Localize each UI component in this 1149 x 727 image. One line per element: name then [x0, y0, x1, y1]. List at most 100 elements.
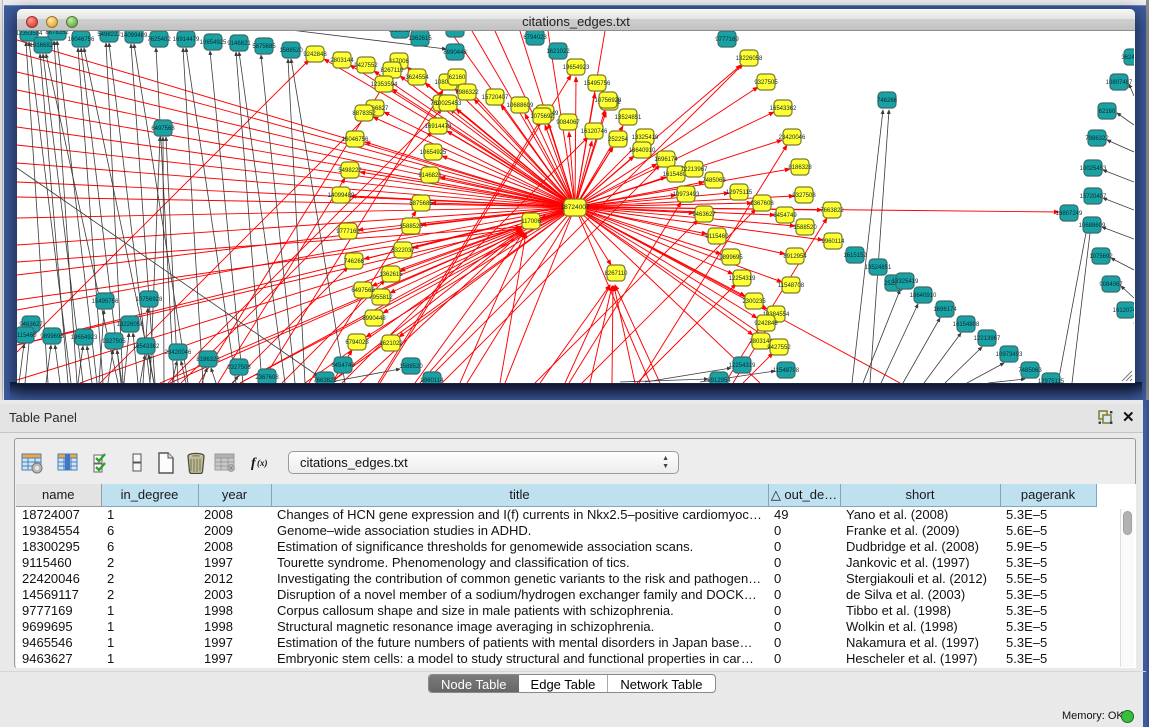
- svg-text:15720407: 15720407: [1080, 194, 1107, 200]
- svg-text:6497568: 6497568: [351, 288, 375, 294]
- svg-text:9777169: 9777169: [715, 37, 739, 43]
- svg-text:1075692: 1075692: [530, 114, 554, 120]
- svg-text:7663822: 7663822: [820, 208, 844, 214]
- svg-text:746266: 746266: [344, 259, 365, 265]
- svg-text:7955812: 7955812: [443, 31, 467, 33]
- svg-text:16543362: 16543362: [133, 344, 160, 350]
- svg-text:7986322: 7986322: [1085, 136, 1109, 142]
- svg-text:23420046: 23420046: [779, 135, 806, 141]
- svg-text:5498222: 5498222: [97, 32, 121, 38]
- svg-text:12254319: 12254319: [729, 363, 756, 369]
- svg-text:8990448: 8990448: [443, 50, 467, 56]
- svg-text:16914479: 16914479: [425, 124, 452, 130]
- svg-text:10807487: 10807487: [1106, 80, 1133, 86]
- svg-text:15495756: 15495756: [92, 299, 119, 305]
- svg-text:9115460: 9115460: [17, 333, 37, 339]
- svg-text:8454749: 8454749: [773, 213, 797, 219]
- svg-text:16914479: 16914479: [173, 37, 200, 43]
- svg-text:9960114: 9960114: [421, 378, 445, 383]
- svg-text:16120746: 16120746: [581, 129, 608, 135]
- svg-text:8267110: 8267110: [381, 68, 405, 74]
- svg-text:12975115: 12975115: [726, 190, 753, 196]
- svg-text:9084067: 9084067: [1099, 282, 1123, 288]
- svg-text:18640910: 18640910: [910, 293, 937, 299]
- svg-text:2367608: 2367608: [255, 375, 279, 381]
- svg-text:6497568: 6497568: [151, 126, 175, 132]
- svg-text:10688609: 10688609: [507, 103, 534, 109]
- svg-text:13325419: 13325419: [892, 279, 919, 285]
- svg-text:16543362: 16543362: [770, 106, 797, 112]
- svg-text:16046756: 16046756: [342, 137, 369, 143]
- svg-text:19654923: 19654923: [563, 65, 590, 71]
- svg-text:7485063: 7485063: [702, 178, 726, 184]
- svg-text:11548708: 11548708: [773, 368, 800, 374]
- svg-text:6322037: 6322037: [391, 248, 415, 254]
- svg-text:1588520: 1588520: [399, 364, 423, 370]
- svg-text:9327505: 9327505: [102, 339, 126, 345]
- svg-text:23420046: 23420046: [165, 350, 192, 356]
- svg-text:5498222: 5498222: [338, 168, 362, 174]
- svg-text:2300235: 2300235: [742, 299, 766, 305]
- svg-text:9463627: 9463627: [692, 212, 716, 218]
- svg-text:9327505: 9327505: [754, 80, 778, 86]
- svg-text:7955812: 7955812: [369, 295, 393, 301]
- svg-text:18807249: 18807249: [1056, 211, 1083, 217]
- svg-text:3624554: 3624554: [405, 75, 429, 81]
- svg-text:6794028: 6794028: [345, 340, 369, 346]
- svg-text:1696174: 1696174: [933, 307, 957, 313]
- svg-text:12254319: 12254319: [729, 276, 756, 282]
- svg-text:15720407: 15720407: [482, 95, 509, 101]
- svg-text:16120746: 16120746: [1113, 308, 1134, 314]
- svg-text:14099489: 14099489: [328, 193, 355, 199]
- svg-text:9899695: 9899695: [719, 255, 743, 261]
- svg-text:16154808: 16154808: [953, 322, 980, 328]
- svg-text:8878352: 8878352: [45, 31, 69, 36]
- svg-text:252254: 252254: [608, 137, 629, 143]
- svg-text:7625402: 7625402: [147, 37, 171, 43]
- svg-text:18640910: 18640910: [629, 148, 656, 154]
- svg-text:9960114: 9960114: [822, 239, 846, 245]
- svg-text:6794028: 6794028: [523, 35, 547, 41]
- svg-text:9242848: 9242848: [303, 52, 327, 58]
- svg-text:9777169: 9777169: [336, 229, 360, 235]
- svg-text:9427552: 9427552: [354, 63, 378, 69]
- svg-text:12353594: 12353594: [371, 82, 398, 88]
- svg-text:19654923: 19654923: [71, 335, 98, 341]
- svg-text:12213967: 12213967: [681, 167, 708, 173]
- svg-text:14099489: 14099489: [121, 33, 148, 39]
- svg-text:1696174: 1696174: [654, 157, 678, 163]
- svg-text:5875685: 5875685: [409, 201, 433, 207]
- svg-text:8454749: 8454749: [331, 363, 355, 369]
- svg-text:8878352: 8878352: [352, 111, 376, 117]
- svg-text:13226058: 13226058: [736, 56, 763, 62]
- svg-text:12353594: 12353594: [17, 31, 43, 37]
- svg-text:9327508: 9327508: [792, 193, 816, 199]
- svg-text:9899695: 9899695: [40, 334, 64, 340]
- svg-text:10688609: 10688609: [1079, 223, 1106, 229]
- svg-text:5875685: 5875685: [252, 44, 276, 50]
- svg-text:19166827: 19166827: [30, 43, 57, 49]
- svg-text:8990448: 8990448: [362, 316, 386, 322]
- svg-text:9115460: 9115460: [706, 234, 730, 240]
- svg-text:8912954: 8912954: [707, 378, 731, 383]
- svg-text:12213967: 12213967: [974, 336, 1001, 342]
- svg-text:62160: 62160: [449, 75, 466, 81]
- svg-text:10654925: 10654925: [420, 150, 447, 156]
- svg-text:12975115: 12975115: [1038, 379, 1065, 383]
- svg-text:1588520: 1588520: [793, 225, 817, 231]
- svg-text:8186328: 8186328: [196, 357, 220, 363]
- svg-text:6322037: 6322037: [388, 31, 412, 34]
- svg-text:2367608: 2367608: [750, 201, 774, 207]
- svg-text:13524851: 13524851: [615, 115, 642, 121]
- svg-text:7986322: 7986322: [455, 90, 479, 96]
- svg-text:(x): (x): [257, 458, 268, 468]
- svg-text:11548708: 11548708: [778, 283, 805, 289]
- svg-text:13226058: 13226058: [117, 322, 144, 328]
- svg-text:15495756: 15495756: [584, 81, 611, 87]
- svg-text:746266: 746266: [877, 98, 898, 104]
- svg-text:10756928: 10756928: [595, 98, 622, 104]
- svg-text:16046756: 16046756: [68, 37, 95, 43]
- svg-text:9427552: 9427552: [767, 345, 791, 351]
- svg-text:10973493: 10973493: [673, 192, 700, 198]
- svg-text:117006: 117006: [521, 219, 541, 225]
